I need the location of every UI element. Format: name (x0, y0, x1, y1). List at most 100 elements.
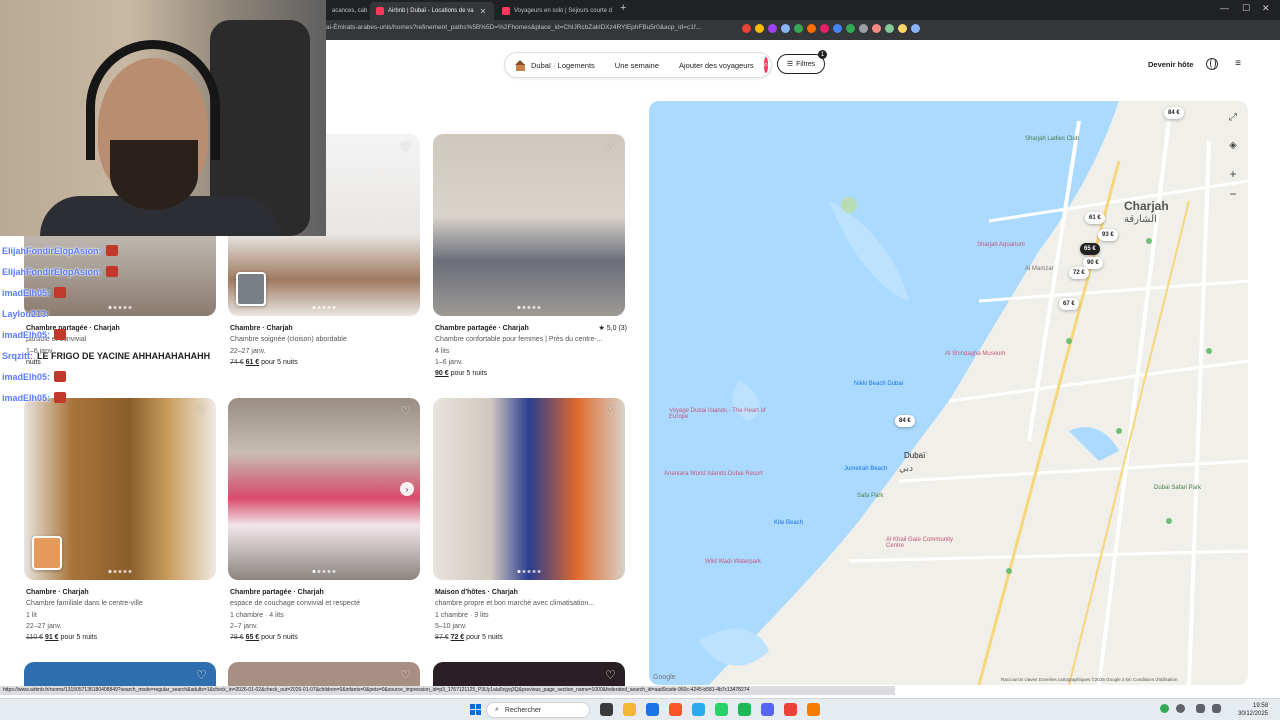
map-label-dubai-ar: دبي (899, 463, 914, 473)
filters-button[interactable]: ☰ Filtres 1 (777, 50, 827, 74)
tab-airbnb-dubai[interactable]: Airbnb | Dubaï - Locations de va ✕ (370, 2, 494, 20)
layers-icon[interactable]: ◈ (1226, 139, 1240, 153)
heart-icon[interactable]: ♡ (605, 141, 617, 153)
map-label-the-heart[interactable]: Voyage Dubai Islands - The Heart of Euro… (669, 408, 779, 420)
whatsapp-icon[interactable] (715, 703, 728, 716)
extension-icon[interactable] (781, 24, 790, 33)
guests-segment[interactable]: Ajouter des voyageurs (669, 61, 764, 70)
map-label-jumeirah-beach[interactable]: Jumeirah Beach (844, 466, 887, 472)
map-label-dubai-safari[interactable]: Dubai Safari Park (1154, 485, 1201, 491)
map-label-sharjah-ar: الشارقة (1124, 214, 1157, 225)
tray-icon[interactable] (1176, 704, 1185, 713)
price-pin[interactable]: 84 € (895, 415, 915, 427)
extension-icon[interactable] (872, 24, 881, 33)
extension-icon[interactable] (768, 24, 777, 33)
volume-icon[interactable] (1212, 704, 1221, 713)
spotify-icon[interactable] (738, 703, 751, 716)
tab-voyageurs-solo[interactable]: Voyageurs en solo | Séjours courte d ✕ (496, 2, 616, 20)
system-clock[interactable]: 19:58 30/12/2025 (1238, 702, 1268, 718)
map-label-safa-park[interactable]: Safa Park (857, 493, 883, 499)
chat-message: Laylou213: (2, 308, 50, 319)
become-host-link[interactable]: Devenir hôte (1148, 60, 1193, 69)
map[interactable]: Sharjah Ladies Club Sharjah Aquarium Al … (649, 101, 1248, 685)
extension-icon[interactable] (755, 24, 764, 33)
extension-icon[interactable] (742, 24, 751, 33)
map-label-kite-beach[interactable]: Kite Beach (774, 520, 803, 526)
listing-photo[interactable]: ♡ (228, 662, 420, 686)
url-field[interactable]: ai-Émirats-arabes-unis/homes?refinement_… (326, 24, 701, 31)
close-tab-icon[interactable]: ✕ (480, 7, 487, 16)
extension-icon[interactable] (898, 24, 907, 33)
map-label-ladies-club[interactable]: Sharjah Ladies Club (1025, 136, 1079, 142)
house-icon (515, 59, 526, 71)
heart-icon[interactable]: ♡ (400, 405, 412, 417)
store-icon[interactable] (646, 703, 659, 716)
minimize-icon[interactable]: — (1220, 3, 1229, 13)
map-label-aquarium[interactable]: Sharjah Aquarium (977, 242, 1025, 248)
listing-photo[interactable]: ♡ (433, 134, 625, 316)
listing-photo[interactable]: ♡ (433, 398, 625, 580)
search-button[interactable]: ⌕ (763, 57, 769, 73)
heart-icon[interactable]: ♡ (196, 669, 208, 681)
menu-icon[interactable]: ≡ (1230, 56, 1246, 72)
chat-message: imadElh05: (2, 324, 302, 345)
map-attribution[interactable]: Raccourcis clavier Données cartographiqu… (1001, 677, 1178, 682)
listing-info: Chambre partagée · Charjah espace de cou… (230, 587, 422, 643)
chat-message: imadElh05: (2, 387, 302, 408)
listing-photo[interactable]: ♡ (433, 662, 625, 686)
globe-icon[interactable] (1206, 58, 1218, 70)
price-pin[interactable]: 84 € (1164, 107, 1184, 119)
new-tab-icon[interactable]: + (620, 2, 626, 14)
zoom-out-icon[interactable]: − (1226, 187, 1240, 201)
price-pin[interactable]: 72 € (1069, 267, 1089, 279)
app-icon[interactable] (807, 703, 820, 716)
tab-vacances[interactable]: acances, cab (326, 2, 368, 20)
task-view-icon[interactable] (600, 703, 613, 716)
map-label-anantara[interactable]: Anantara World Islands Dubai Resort (664, 471, 774, 477)
taskbar-search[interactable]: ⌕ Rechercher (486, 702, 590, 718)
extension-icon[interactable] (885, 24, 894, 33)
price-pin[interactable]: 61 € (1085, 212, 1105, 224)
location-segment[interactable]: Dubaï · Logements (505, 59, 605, 71)
telegram-icon[interactable] (692, 703, 705, 716)
listing-photo[interactable]: ♡ (24, 398, 216, 580)
listing-photo[interactable]: ♡ (24, 662, 216, 686)
heart-icon[interactable]: ♡ (400, 669, 412, 681)
map-label-al-shindagha[interactable]: Al Shindagha Museum (945, 351, 1005, 357)
listing-photo[interactable]: ♡ › (228, 398, 420, 580)
brave-icon[interactable] (669, 703, 682, 716)
emote-icon (105, 245, 118, 256)
search-icon: ⌕ (763, 60, 769, 69)
zoom-in-icon[interactable]: + (1226, 167, 1240, 181)
next-photo-icon[interactable]: › (400, 482, 414, 496)
fullscreen-icon[interactable]: ⤢ (1226, 111, 1240, 125)
extension-icon[interactable] (794, 24, 803, 33)
price-pin-selected[interactable]: 65 € (1080, 243, 1100, 255)
extension-icon[interactable] (833, 24, 842, 33)
tray-icon[interactable] (1160, 704, 1169, 713)
file-explorer-icon[interactable] (623, 703, 636, 716)
map-label-wild-wadi[interactable]: Wild Wadi Waterpark (705, 559, 761, 565)
close-window-icon[interactable]: ✕ (1262, 3, 1270, 14)
google-logo: Google (653, 674, 676, 681)
dates-segment[interactable]: Une semaine (605, 61, 669, 70)
price-pin[interactable]: 93 € (1098, 229, 1118, 241)
price-pin[interactable]: 67 € (1059, 298, 1079, 310)
windows-start-icon[interactable] (470, 704, 481, 715)
extension-icon[interactable] (807, 24, 816, 33)
site-header: Dubaï · Logements Une semaine Ajouter de… (326, 40, 1280, 90)
discord-icon[interactable] (761, 703, 774, 716)
extension-icon[interactable] (846, 24, 855, 33)
maximize-icon[interactable]: ☐ (1242, 3, 1250, 14)
extension-icon[interactable] (911, 24, 920, 33)
map-label-al-khail[interactable]: Al Khail Gate Community Centre (886, 537, 956, 549)
heart-icon[interactable]: ♡ (400, 141, 412, 153)
heart-icon[interactable]: ♡ (605, 405, 617, 417)
extension-icon[interactable] (859, 24, 868, 33)
app-icon[interactable] (784, 703, 797, 716)
search-bar[interactable]: Dubaï · Logements Une semaine Ajouter de… (504, 52, 772, 78)
heart-icon[interactable]: ♡ (605, 669, 617, 681)
extension-icon[interactable] (820, 24, 829, 33)
map-label-nikki-beach[interactable]: Nikki Beach Dubai (854, 381, 903, 387)
wifi-icon[interactable] (1196, 704, 1205, 713)
